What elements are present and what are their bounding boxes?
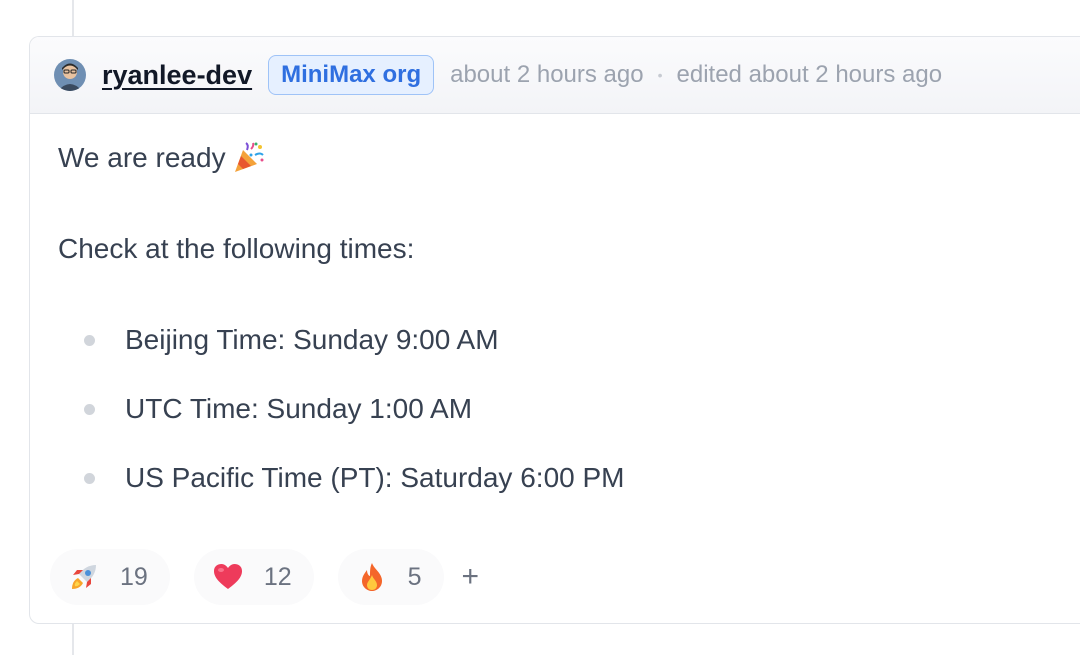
created-timestamp[interactable]: about 2 hours ago	[450, 61, 644, 89]
reaction-count: 5	[407, 562, 422, 591]
bullet-icon	[84, 334, 95, 346]
bullet-icon	[84, 472, 95, 484]
list-item-text: UTC Time: Sunday 1:00 AM	[125, 393, 473, 424]
reactions-bar: 19 12 5 +	[50, 549, 479, 605]
comment-header: ryanlee-dev MiniMax org about 2 hours ag…	[30, 37, 1080, 114]
party-popper-icon	[232, 141, 266, 175]
reaction-heart-button[interactable]: 12	[193, 549, 314, 605]
reaction-fire-button[interactable]: 5	[337, 549, 444, 605]
edited-timestamp[interactable]: edited about 2 hours ago	[677, 61, 943, 89]
comment-card: ryanlee-dev MiniMax org about 2 hours ag…	[29, 36, 1080, 624]
timeline-line	[72, 0, 74, 36]
comment-thread: ryanlee-dev MiniMax org about 2 hours ag…	[0, 0, 1080, 655]
meta-separator: •	[657, 67, 663, 83]
list-item-text: US Pacific Time (PT): Saturday 6:00 PM	[125, 462, 625, 493]
body-text: Check at the following times:	[58, 233, 415, 264]
fire-icon	[356, 561, 388, 593]
body-text: We are ready	[58, 142, 226, 173]
list-item: US Pacific Time (PT): Saturday 6:00 PM	[58, 460, 1080, 496]
comment-body: We are ready Check at the following time…	[30, 114, 1080, 496]
reaction-rocket-button[interactable]: 19	[50, 549, 170, 605]
list-item: Beijing Time: Sunday 9:00 AM	[58, 322, 1080, 358]
list-item: UTC Time: Sunday 1:00 AM	[58, 391, 1080, 427]
body-line: We are ready	[58, 140, 1080, 176]
rocket-icon	[68, 561, 100, 593]
reaction-count: 19	[120, 562, 148, 591]
add-reaction-button[interactable]: +	[462, 549, 480, 605]
bullet-icon	[84, 403, 95, 415]
list-item-text: Beijing Time: Sunday 9:00 AM	[125, 324, 499, 355]
org-badge[interactable]: MiniMax org	[268, 55, 435, 95]
author-username[interactable]: ryanlee-dev	[102, 60, 252, 91]
timeline-line	[72, 624, 74, 655]
reaction-count: 12	[263, 562, 292, 591]
heart-icon	[212, 561, 244, 593]
avatar[interactable]	[54, 59, 86, 91]
times-list: Beijing Time: Sunday 9:00 AM UTC Time: S…	[58, 322, 1080, 496]
